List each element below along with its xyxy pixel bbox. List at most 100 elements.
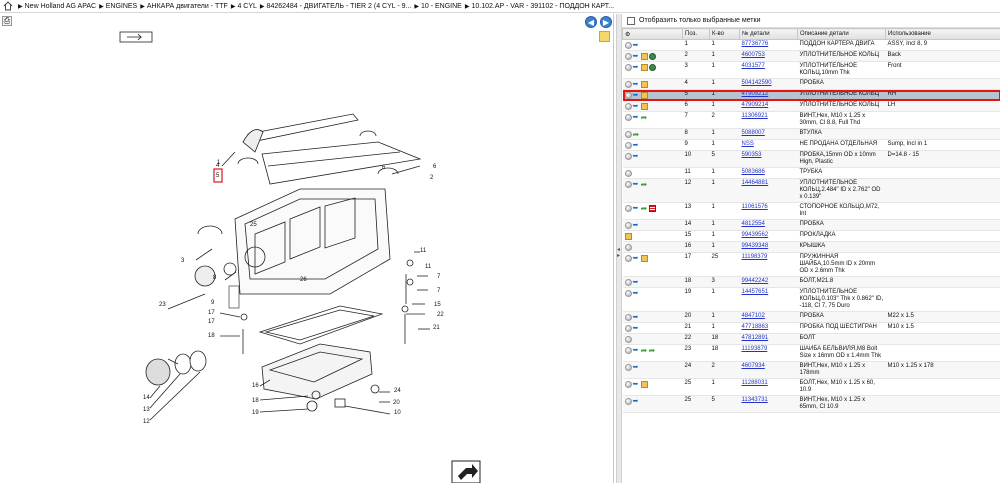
- add-to-cart-arrow-icon[interactable]: ➥: [633, 222, 640, 229]
- part-number-link[interactable]: 47812891: [742, 335, 769, 341]
- part-number-link[interactable]: 99439348: [742, 243, 769, 249]
- replacement-arrow-icon[interactable]: ➦: [641, 347, 648, 355]
- table-row[interactable]: ➥ 21 1 47718863 ПРОБКА ПОД ШЕСТИГРАН M10 x 1.…: [622, 322, 1000, 334]
- table-row[interactable]: ➥ 20 1 4847102 ПРОБКА M22 x 1.5: [622, 311, 1000, 323]
- callout-label[interactable]: 17: [208, 310, 215, 316]
- package-icon[interactable]: [640, 92, 648, 99]
- breadcrumb-item[interactable]: ENGINES: [106, 3, 138, 10]
- part-number-link[interactable]: NSS: [742, 141, 754, 147]
- callout-label[interactable]: 11: [420, 248, 427, 254]
- add-to-cart-arrow-icon[interactable]: ➥: [633, 64, 640, 71]
- callout-label[interactable]: 6: [433, 164, 437, 170]
- part-number-link[interactable]: 14464881: [742, 180, 769, 186]
- previous-page-button[interactable]: ◀: [585, 16, 597, 28]
- info-dot-icon[interactable]: [624, 142, 632, 149]
- package-icon[interactable]: [640, 81, 648, 88]
- add-to-cart-arrow-icon[interactable]: ➥: [633, 398, 640, 405]
- table-row[interactable]: ➥ 25 5 11343731 ВИНТ,Hex, M10 x 1.25 x 65mm,…: [622, 395, 1000, 413]
- availability-globe-icon[interactable]: [648, 53, 656, 60]
- info-dot-icon[interactable]: [624, 42, 632, 49]
- add-to-cart-arrow-icon[interactable]: ➥: [633, 279, 640, 286]
- add-to-cart-arrow-icon[interactable]: ➥: [633, 347, 640, 354]
- callout-label[interactable]: 12: [143, 419, 150, 425]
- info-dot-icon[interactable]: [624, 181, 632, 188]
- info-dot-icon[interactable]: [624, 103, 632, 110]
- package-icon[interactable]: [640, 381, 648, 388]
- part-number-link[interactable]: 87736776: [742, 41, 769, 47]
- table-row[interactable]: ➥ ➦ 7 2 11306921 ВИНТ,Hex, M10 x 1.25 x 30mm,…: [622, 111, 1000, 129]
- replacement-arrow-icon[interactable]: ➦: [641, 205, 648, 213]
- show-selected-only-checkbox[interactable]: [627, 16, 635, 25]
- callout-label[interactable]: 18: [252, 398, 259, 404]
- callout-label[interactable]: 9: [211, 300, 215, 306]
- table-row[interactable]: ➥ 1 1 87736776 ПОДДОН КАРТЕРА ДВИГА ASSY, Inc…: [622, 39, 1000, 51]
- part-number-link[interactable]: 11193879: [742, 346, 768, 352]
- table-row[interactable]: ➥ 3 1 4031577 УПЛОТНИТЕЛЬНОЕ КОЛЬЦ,10mm Thk F…: [622, 61, 1000, 79]
- add-to-cart-arrow-icon[interactable]: ➥: [633, 205, 640, 212]
- part-number-link[interactable]: 14457651: [742, 289, 769, 295]
- part-number-link[interactable]: 11198379: [742, 254, 768, 260]
- callout-label[interactable]: 3: [181, 258, 185, 264]
- replacement-arrow-icon[interactable]: ➦: [641, 181, 648, 189]
- breadcrumb-item[interactable]: 10.102.AP - VAR - 391102 - ПОДДОН КАРТ..…: [471, 3, 614, 10]
- table-row[interactable]: ➥ 17 25 11198379 ПРУЖИННАЯ ШАЙБА,10.5mm ID x…: [622, 252, 1000, 277]
- table-row[interactable]: 15 1 99439562 ПРОКЛАДКА: [622, 230, 1000, 242]
- part-number-link[interactable]: 4031577: [742, 63, 765, 69]
- add-to-cart-arrow-icon[interactable]: ➥: [633, 325, 640, 332]
- package-icon[interactable]: [624, 233, 632, 240]
- table-row[interactable]: 11 1 5083686 ТРУБКА: [622, 167, 1000, 179]
- part-number-link[interactable]: 47909212: [742, 91, 769, 97]
- table-row[interactable]: 22 18 47812891 БОЛТ: [622, 333, 1000, 345]
- package-icon[interactable]: [640, 255, 648, 262]
- add-to-cart-arrow-icon[interactable]: ➥: [633, 153, 640, 160]
- table-row[interactable]: ➦ 8 1 5088007 ВТУЛКА: [622, 128, 1000, 140]
- add-to-cart-arrow-icon[interactable]: ➥: [633, 290, 640, 297]
- callout-label[interactable]: 13: [143, 407, 150, 413]
- table-row[interactable]: ➥ ➦ ➦ 23 18 11193879 ШАЙБА БЕЛЬВИЛЯ,M8 Bolt Si…: [622, 344, 1000, 362]
- callout-label[interactable]: 7: [437, 274, 441, 280]
- part-number-link[interactable]: 5088007: [742, 130, 765, 136]
- callout-label[interactable]: 17: [208, 319, 215, 325]
- add-to-cart-arrow-icon[interactable]: ➥: [633, 92, 640, 99]
- column-header-part-number[interactable]: № детали: [739, 28, 798, 40]
- add-to-cart-arrow-icon[interactable]: ➥: [633, 142, 640, 149]
- callout-label[interactable]: 7: [437, 288, 441, 294]
- breadcrumb-item[interactable]: 84262484 - ДВИГАТЕЛЬ - TIER 2 (4 CYL - 9…: [267, 3, 412, 10]
- info-dot-icon[interactable]: [624, 290, 632, 297]
- part-number-link[interactable]: 11288031: [742, 380, 768, 386]
- add-to-cart-arrow-icon[interactable]: ➥: [633, 53, 640, 60]
- info-dot-icon[interactable]: [624, 314, 632, 321]
- info-dot-icon[interactable]: [624, 347, 632, 354]
- info-dot-icon[interactable]: [624, 336, 632, 343]
- column-header-position[interactable]: Поз.: [682, 28, 710, 40]
- add-to-cart-arrow-icon[interactable]: ➥: [633, 114, 640, 121]
- table-row[interactable]: ➥ 6 1 47909214 УПЛОТНИТЕЛЬНОЕ КОЛЬЦ LH: [622, 100, 1000, 112]
- part-number-link[interactable]: 4812554: [742, 221, 765, 227]
- callout-label[interactable]: 11: [425, 264, 432, 270]
- add-to-cart-arrow-icon[interactable]: ➥: [633, 314, 640, 321]
- note-list-icon[interactable]: [648, 205, 656, 212]
- add-to-cart-arrow-icon[interactable]: ➥: [633, 381, 640, 388]
- table-row[interactable]: ➥ 25 1 11288031 БОЛТ,Hex, M10 x 1.25 x 60, 1…: [622, 378, 1000, 396]
- info-dot-icon[interactable]: [624, 255, 632, 262]
- callout-label[interactable]: 22: [437, 312, 444, 318]
- next-page-button[interactable]: ▶: [600, 16, 612, 28]
- part-number-link[interactable]: 5083686: [742, 169, 765, 175]
- note-icon[interactable]: [599, 31, 610, 42]
- table-row[interactable]: ➥ 14 1 4812554 ПРОБКА: [622, 219, 1000, 231]
- callout-label[interactable]: 8: [213, 275, 217, 281]
- part-number-link[interactable]: 47909214: [742, 102, 769, 108]
- callout-label[interactable]: 18: [208, 333, 215, 339]
- info-dot-icon[interactable]: [624, 114, 632, 121]
- table-row[interactable]: ➥ 18 3 99442242 БОЛТ,M21.8: [622, 276, 1000, 288]
- add-to-cart-arrow-icon[interactable]: ➥: [633, 364, 640, 371]
- callout-label[interactable]: 5: [216, 173, 220, 179]
- package-icon[interactable]: [640, 64, 648, 71]
- table-row[interactable]: ➥ 10 5 590353 ПРОБКА,15mm OD x 10mm High, Pl…: [622, 150, 1000, 168]
- breadcrumb-item[interactable]: 4 CYL: [237, 3, 256, 10]
- column-header-usage[interactable]: Использование: [885, 28, 1000, 40]
- info-dot-icon[interactable]: [624, 244, 632, 251]
- part-number-link[interactable]: 11343731: [742, 397, 768, 403]
- settings-icon[interactable]: ⚙: [625, 32, 630, 38]
- callout-label[interactable]: 2: [430, 175, 434, 181]
